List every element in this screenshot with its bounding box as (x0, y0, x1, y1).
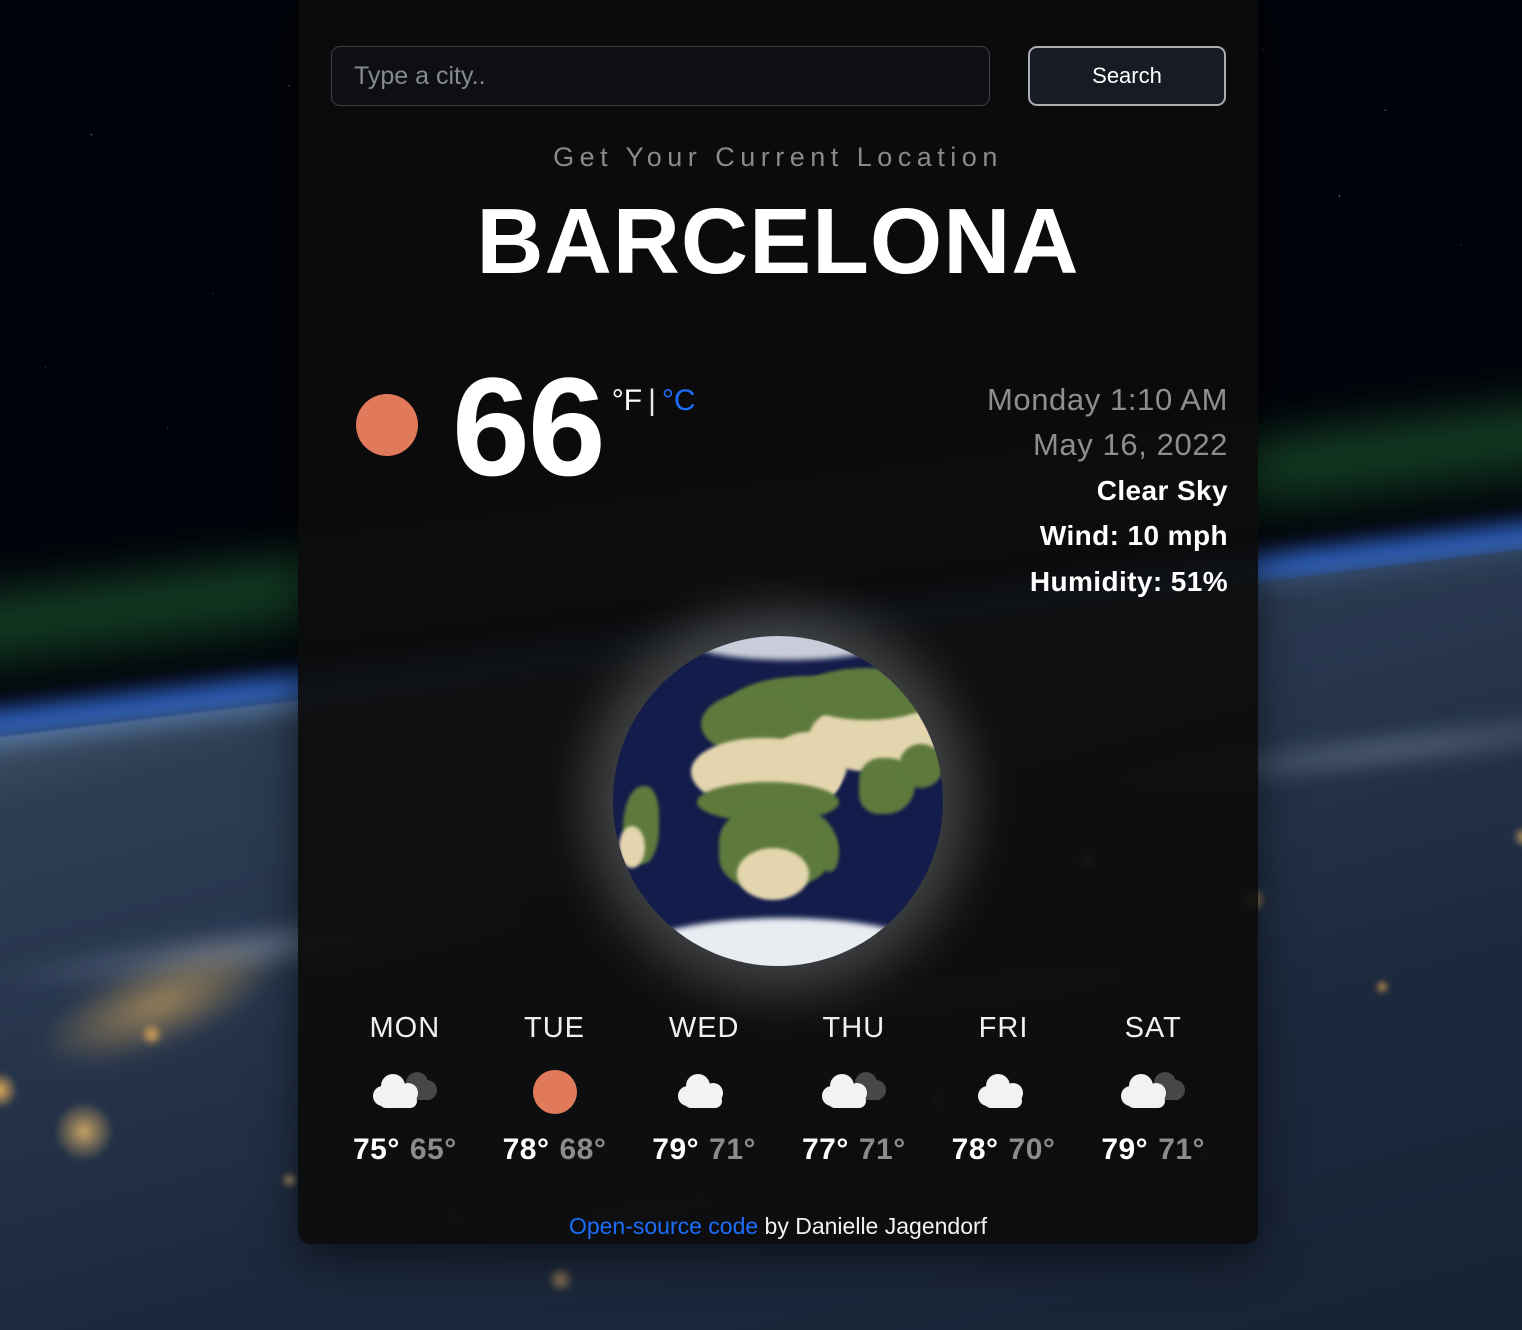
sun-icon (480, 1061, 630, 1123)
forecast-day-3[interactable]: THU 77° 71° (779, 1012, 929, 1167)
forecast-day-label: MON (369, 1011, 441, 1044)
condition-text: Clear Sky (1096, 474, 1228, 506)
forecast-row: MON 75° 65° TUE 78° 68° WED 79° 71° THU … (298, 966, 1258, 1167)
weather-meta: Monday 1:10 AM May 16, 2022 Clear Sky Wi… (987, 372, 1228, 604)
forecast-day-label: TUE (524, 1011, 585, 1044)
forecast-low: 71° (858, 1132, 906, 1166)
forecast-day-label: SAT (1124, 1011, 1182, 1044)
unit-separator: | (648, 384, 656, 417)
cloud-icon (929, 1061, 1079, 1123)
wind-text: Wind: 10 mph (1039, 520, 1228, 552)
unit-toggle: °F | °C (612, 384, 696, 418)
current-time: Monday 1:10 AM (986, 382, 1228, 417)
forecast-high: 77° (801, 1132, 849, 1166)
current-weather-icon-wrap (356, 394, 418, 456)
forecast-temps: 78° 70° (929, 1133, 1079, 1167)
forecast-temps: 79° 71° (629, 1133, 779, 1167)
forecast-high: 78° (502, 1132, 550, 1166)
cloud-icon (629, 1061, 779, 1123)
unit-celsius-button[interactable]: °C (662, 384, 696, 417)
forecast-temps: 79° 71° (1078, 1133, 1228, 1167)
search-button[interactable]: Search (1028, 46, 1226, 106)
search-row: Search (298, 0, 1258, 106)
broken-clouds-icon (1078, 1061, 1228, 1123)
forecast-temps: 78° 68° (480, 1133, 630, 1167)
forecast-day-label: FRI (978, 1011, 1029, 1044)
get-current-location-link[interactable]: Get Your Current Location (298, 142, 1258, 173)
temperature-reading: 66 °F | °C (452, 348, 696, 505)
forecast-day-2[interactable]: WED 79° 71° (629, 1012, 779, 1167)
search-input[interactable] (331, 46, 990, 106)
forecast-low: 68° (559, 1132, 607, 1166)
current-date: May 16, 2022 (1032, 426, 1228, 462)
forecast-day-0[interactable]: MON 75° 65° (330, 1012, 480, 1167)
globe-wrap (298, 635, 1258, 966)
forecast-day-label: THU (822, 1011, 886, 1044)
forecast-high: 78° (951, 1132, 999, 1166)
footer-author: by Danielle Jagendorf (758, 1212, 988, 1239)
forecast-day-label: WED (668, 1011, 740, 1044)
current-conditions: 66 °F | °C Monday 1:10 AM May 16, 2022 Cle… (298, 288, 1258, 604)
temperature-value: 66 (452, 348, 606, 505)
forecast-high: 79° (652, 1132, 700, 1166)
forecast-temps: 75° 65° (330, 1133, 480, 1167)
forecast-high: 75° (352, 1132, 400, 1166)
forecast-low: 65° (409, 1132, 457, 1166)
unit-fahrenheit-button[interactable]: °F (612, 384, 642, 417)
forecast-high: 79° (1101, 1132, 1149, 1166)
sun-icon (356, 394, 418, 456)
forecast-low: 71° (709, 1132, 757, 1166)
humidity-text: Humidity: 51% (1029, 565, 1228, 597)
broken-clouds-icon (330, 1061, 480, 1123)
broken-clouds-icon (779, 1061, 929, 1123)
forecast-day-1[interactable]: TUE 78° 68° (480, 1012, 630, 1167)
open-source-code-link[interactable]: Open-source code (569, 1213, 758, 1239)
forecast-low: 71° (1158, 1132, 1206, 1166)
earth-globe-icon (613, 635, 943, 966)
temperature-group: 66 °F | °C (356, 348, 696, 505)
forecast-low: 70° (1008, 1132, 1056, 1166)
forecast-day-4[interactable]: FRI 78° 70° (929, 1012, 1079, 1167)
city-name: BARCELONA (476, 189, 1080, 293)
footer: Open-source code by Danielle Jagendorf (298, 1213, 1258, 1240)
weather-card: Search Get Your Current Location BARCELO… (298, 0, 1258, 1244)
forecast-temps: 77° 71° (779, 1133, 929, 1167)
forecast-day-5[interactable]: SAT 79° 71° (1078, 1012, 1228, 1167)
